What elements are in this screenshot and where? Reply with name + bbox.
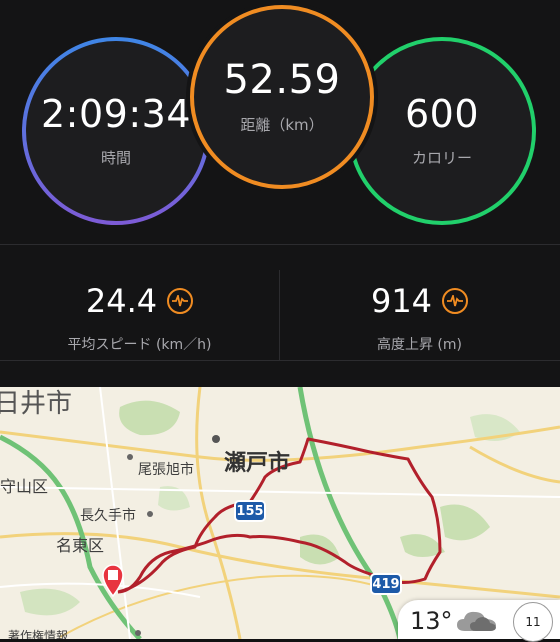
map-label-meito: 名東区 [56, 536, 105, 555]
distance-value: 52.59 [223, 56, 341, 103]
elevation-gain-label: 高度上昇 (m) [376, 337, 462, 353]
divider [0, 360, 560, 361]
map-label-seto: 瀬戸市 [224, 451, 291, 476]
activity-stats-panel: 2:09:34 時間 600 カロリー 52.59 距離（km） 24.4 平均… [0, 0, 560, 387]
route-155-shield: 155 [234, 500, 266, 522]
map-label-nagakute: 長久手市 [80, 508, 136, 524]
cloud-icon [457, 611, 496, 631]
map-label-owariasahi: 尾張旭市 [138, 462, 194, 478]
avg-speed-value: 24.4 [85, 282, 158, 320]
distance-label: 距離（km） [240, 115, 324, 134]
time-ring: 2:09:34 時間 [22, 37, 210, 225]
calories-ring: 600 カロリー [348, 37, 536, 225]
start-pin-icon[interactable] [100, 563, 126, 597]
route-419-shield: 419 [370, 573, 402, 595]
avg-speed-metric[interactable]: 24.4 平均スピード (km／h) [0, 282, 279, 354]
calories-value: 600 [404, 91, 480, 136]
weather-temperature: 13° [410, 607, 453, 635]
map-label-city: 日井市 [0, 389, 73, 419]
elevation-gain-value: 914 [370, 282, 433, 320]
map-label-moriyama: 守山区 [0, 477, 49, 496]
compass-button[interactable]: 11 [513, 602, 553, 642]
elevation-gain-metric[interactable]: 914 高度上昇 (m) [280, 282, 559, 354]
map-label-copyright[interactable]: 著作権情報 [8, 627, 68, 639]
pulse-chart-icon[interactable] [442, 288, 469, 314]
pulse-chart-icon[interactable] [167, 288, 194, 314]
time-value: 2:09:34 [41, 91, 191, 136]
avg-speed-label: 平均スピード (km／h) [67, 337, 212, 353]
divider [0, 244, 560, 245]
time-label: 時間 [100, 148, 131, 167]
calories-label: カロリー [411, 148, 472, 167]
distance-ring: 52.59 距離（km） [190, 5, 374, 189]
